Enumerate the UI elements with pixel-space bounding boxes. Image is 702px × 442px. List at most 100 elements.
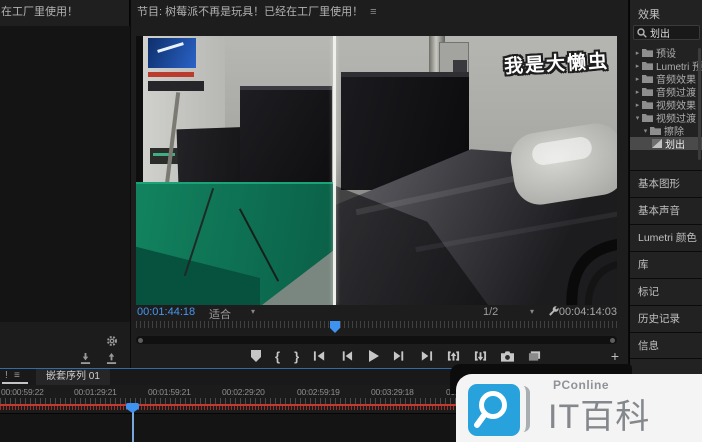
program-monitor-title: 节目: 树莓派不再是玩具！已经在工厂里使用！ — [137, 6, 363, 18]
folder-icon — [642, 87, 653, 96]
extract-button[interactable] — [474, 350, 487, 362]
folder-icon — [642, 61, 653, 70]
tree-item-wipe-folder[interactable]: ▾ 擦除 — [630, 124, 702, 137]
tree-item-label: 视频效果 — [656, 98, 696, 111]
transport-controls: { } + — [131, 346, 628, 366]
tab-info[interactable]: 信息 — [630, 332, 702, 359]
watermark-product-text: IT百科 — [548, 389, 650, 438]
chevron-right-icon[interactable]: ▸ — [633, 101, 642, 109]
scrollbar-left-handle[interactable] — [138, 338, 143, 343]
tree-item-audio-effects[interactable]: ▸ 音频效果 — [630, 72, 702, 85]
monitor-scrollbar[interactable] — [136, 336, 617, 344]
mark-out-button[interactable]: } — [294, 349, 299, 364]
chevron-right-icon[interactable]: ▸ — [633, 75, 642, 83]
tab-history[interactable]: 历史记录 — [630, 305, 702, 332]
settings-gear-icon[interactable] — [106, 334, 118, 352]
logo-page-fold — [523, 386, 530, 432]
panel-badge-icon: ! — [5, 370, 8, 381]
scrollbar-right-handle[interactable] — [610, 338, 615, 343]
monitor-time-ruler[interactable] — [136, 321, 617, 334]
source-monitor-panel: 在工厂里使用！ — [0, 0, 130, 368]
source-monitor-body — [0, 26, 130, 322]
source-monitor-header: 在工厂里使用！ — [0, 0, 129, 26]
monitor-status-row: 00:01:44:18 适合 ▾ 1/2 ▾ 00:04:14:03 — [131, 305, 628, 321]
tab-nested-sequence[interactable]: 嵌套序列 01 — [36, 369, 110, 385]
tree-item-presets[interactable]: ▸ 预设 — [630, 46, 702, 59]
cabinet-blue-screen — [148, 38, 196, 68]
effects-panel-title: 效果 — [630, 0, 702, 22]
tree-item-video-effects[interactable]: ▸ 视频效果 — [630, 98, 702, 111]
source-monitor-title: 在工厂里使用！ — [1, 6, 78, 18]
timeline-playhead[interactable] — [126, 403, 139, 413]
watermark-card: PConline IT百科 — [456, 374, 702, 442]
mark-in-button[interactable]: { — [275, 349, 280, 364]
overwrite-button[interactable] — [106, 351, 117, 369]
zoom-fit-dropdown[interactable]: 适合 — [209, 306, 231, 322]
current-timecode[interactable]: 00:01:44:18 — [137, 306, 195, 318]
ruler-timecode: 00:02:59:19 — [297, 387, 340, 397]
video-caption-overlay: 我是大懒虫 — [503, 46, 609, 78]
transition-icon — [652, 139, 662, 148]
tree-item-label: 划出 — [665, 137, 685, 150]
ruler-timecode: 00:01:29:21 — [74, 387, 117, 397]
go-to-out-button[interactable] — [420, 350, 433, 362]
effects-search-value: 划出 — [650, 25, 670, 40]
tab-libraries[interactable]: 库 — [630, 251, 702, 278]
chevron-right-icon[interactable]: ▸ — [633, 88, 642, 96]
insert-button[interactable] — [80, 351, 91, 369]
tree-item-audio-transitions[interactable]: ▸ 音频过渡 — [630, 85, 702, 98]
folder-icon — [642, 100, 653, 109]
step-forward-button[interactable] — [393, 350, 406, 362]
play-button[interactable] — [367, 350, 379, 362]
chevron-down-icon[interactable]: ▾ — [530, 307, 534, 316]
lift-button[interactable] — [447, 350, 460, 362]
video-left-scene — [136, 36, 334, 305]
chevron-right-icon[interactable]: ▸ — [633, 49, 642, 57]
tree-item-label: 音频过渡 — [656, 85, 696, 98]
tree-item-wipe-out-selected[interactable]: 划出 — [630, 137, 702, 150]
tab-lumetri-color[interactable]: Lumetri 颜色 — [630, 224, 702, 251]
tab-essential-sound[interactable]: 基本声音 — [630, 197, 702, 224]
video-right-scene: 我是大懒虫 — [336, 36, 617, 305]
folder-icon — [642, 74, 653, 83]
add-marker-button[interactable] — [251, 350, 261, 362]
export-frame-camera-button[interactable] — [501, 351, 514, 362]
chevron-down-icon[interactable]: ▾ — [251, 307, 255, 316]
tree-item-video-transitions[interactable]: ▾ 视频过渡 — [630, 111, 702, 124]
monitor-playhead[interactable] — [330, 321, 340, 333]
effects-search-input[interactable]: 划出 — [633, 25, 700, 40]
cabinet-vent — [148, 81, 204, 91]
button-editor-plus-button[interactable]: + — [611, 348, 619, 364]
tab-essential-graphics[interactable]: 基本图形 — [630, 170, 702, 197]
chevron-down-icon[interactable]: ▾ — [633, 114, 642, 122]
tree-item-lumetri-presets[interactable]: ▸ Lumetri 预设 — [630, 59, 702, 72]
folder-icon — [642, 113, 653, 122]
sequence-duration-timecode: 00:04:14:03 — [559, 306, 617, 318]
black-cable — [336, 36, 617, 305]
chevron-right-icon[interactable]: ▸ — [633, 62, 642, 70]
magnifier-logo-icon — [468, 384, 520, 436]
comparison-view-button[interactable] — [528, 350, 541, 362]
effects-tree: ▸ 预设 ▸ Lumetri 预设 ▸ 音频效果 ▸ 音频过渡 ▸ — [630, 46, 702, 150]
panel-menu-icon[interactable]: ≡ — [14, 370, 20, 381]
tree-item-label: Lumetri 预设 — [656, 59, 702, 72]
panel-tab-stack: 基本图形 基本声音 Lumetri 颜色 库 标记 历史记录 信息 — [630, 170, 702, 359]
ruler-timecode: 00:01:59:21 — [148, 387, 191, 397]
timeline-playhead-line — [132, 411, 134, 442]
ruler-timecode: 00:02:29:20 — [222, 387, 265, 397]
program-monitor-header: 节目: 树莓派不再是玩具！已经在工厂里使用！ ≡ — [131, 0, 628, 26]
panel-menu-icon[interactable]: ≡ — [370, 6, 376, 18]
premiere-app-window: 在工厂里使用！ 节目: 树莓派不再是玩具！已经在工厂里使用！ ≡ — [0, 0, 702, 442]
step-back-button[interactable] — [340, 350, 353, 362]
go-to-in-button[interactable] — [313, 350, 326, 362]
effects-scrollbar[interactable] — [698, 48, 701, 160]
tab-markers[interactable]: 标记 — [630, 278, 702, 305]
pconline-app-icon — [468, 384, 520, 436]
tree-item-label: 音频效果 — [656, 72, 696, 85]
wipe-transition-divider — [333, 36, 336, 305]
ruler-timecode: 00:03:29:18 — [371, 387, 414, 397]
tab-underline — [2, 382, 28, 384]
search-icon — [637, 28, 647, 38]
chevron-down-icon[interactable]: ▾ — [641, 127, 650, 135]
playback-resolution-dropdown[interactable]: 1/2 — [483, 306, 498, 318]
